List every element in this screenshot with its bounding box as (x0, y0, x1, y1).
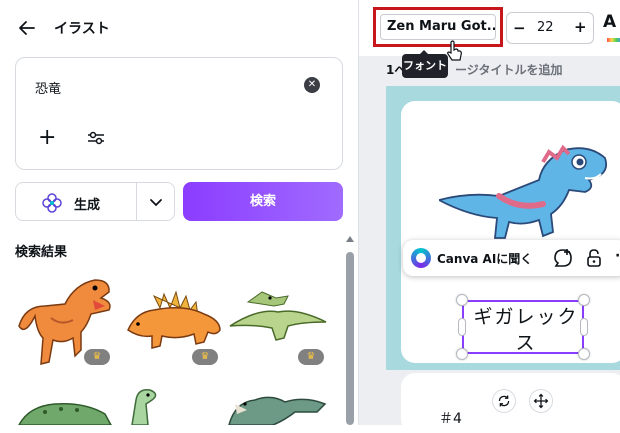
editor-area: Zen Maru Got... − 22 + A 1ペ ージタイトルを追加 フォ… (358, 0, 620, 433)
search-button[interactable]: 検索 (183, 182, 343, 221)
font-size-increase-button[interactable]: + (574, 18, 587, 36)
search-input[interactable]: 恐竜 (35, 78, 61, 97)
font-size-input[interactable]: 22 (537, 20, 554, 35)
filter-settings-icon[interactable] (87, 130, 105, 146)
ai-context-bar: Canva AIに聞く · (403, 240, 620, 276)
premium-crown-badge: ♛ (192, 349, 218, 365)
dinosaur-trex-blue-image[interactable] (439, 140, 609, 240)
move-icon[interactable] (529, 389, 553, 413)
dinosaur-ankylosaurus-green-image[interactable] (15, 398, 113, 425)
resize-handle-left[interactable] (458, 318, 466, 336)
font-select-highlight: Zen Maru Got... (373, 7, 503, 47)
add-comment-icon[interactable] (553, 248, 573, 268)
more-options-icon[interactable]: · (615, 248, 620, 264)
premium-crown-badge: ♛ (84, 349, 110, 365)
generate-divider (136, 183, 137, 220)
font-tooltip: フォント (402, 54, 448, 78)
premium-crown-badge: ♛ (298, 349, 324, 365)
dinosaur-trex-green-image[interactable] (225, 390, 330, 425)
resize-handle-top-right[interactable] (578, 294, 590, 306)
results-title: 検索結果 (15, 245, 68, 260)
resize-handle-bottom-left[interactable] (456, 348, 468, 360)
page-2-text[interactable]: ＃4 (439, 408, 462, 428)
page-title-placeholder[interactable]: ージタイトルを追加 (455, 61, 563, 78)
text-toolbar: Zen Maru Got... − 22 + A (359, 0, 620, 56)
generate-label: 生成 (74, 198, 101, 213)
dinosaur-pteranodon-green-image[interactable] (228, 286, 328, 350)
font-size-stepper: − 22 + (506, 12, 594, 44)
search-box[interactable]: 恐竜 ✕ + (15, 57, 343, 170)
left-panel: イラスト 恐竜 ✕ + 生成 検索 検索結果 ♛ ♛ ♛ (0, 0, 358, 425)
clear-search-icon[interactable]: ✕ (304, 77, 320, 93)
font-select-dropdown[interactable]: Zen Maru Got... (380, 14, 496, 40)
dinosaur-stegosaurus-orange-image[interactable] (124, 286, 224, 354)
ask-canva-ai-button[interactable]: Canva AIに聞く (437, 250, 532, 267)
sparkle-flower-icon (42, 193, 62, 213)
selected-textbox[interactable]: ギガレックス (462, 300, 584, 354)
scroll-up-arrow-icon[interactable] (346, 236, 354, 242)
resize-handle-bottom-right[interactable] (578, 348, 590, 360)
canva-ai-logo-icon (411, 248, 431, 268)
hand-pointer-cursor-icon (447, 40, 462, 61)
text-color-swatch (607, 38, 620, 42)
plus-icon[interactable]: + (38, 127, 56, 149)
resize-handle-top-left[interactable] (456, 294, 468, 306)
panel-title: イラスト (54, 21, 110, 37)
font-size-decrease-button[interactable]: − (513, 19, 526, 37)
generate-button[interactable]: 生成 (15, 182, 175, 221)
textbox-content[interactable]: ギガレックス (472, 304, 580, 356)
scrollbar-thumb[interactable] (346, 252, 354, 425)
lock-icon[interactable] (585, 248, 603, 268)
rotate-icon[interactable] (492, 389, 516, 413)
resize-handle-right[interactable] (580, 318, 588, 336)
back-arrow-icon[interactable] (18, 19, 36, 37)
dinosaur-brachiosaurus-green-image[interactable] (122, 386, 182, 425)
chevron-down-icon[interactable] (149, 195, 163, 209)
